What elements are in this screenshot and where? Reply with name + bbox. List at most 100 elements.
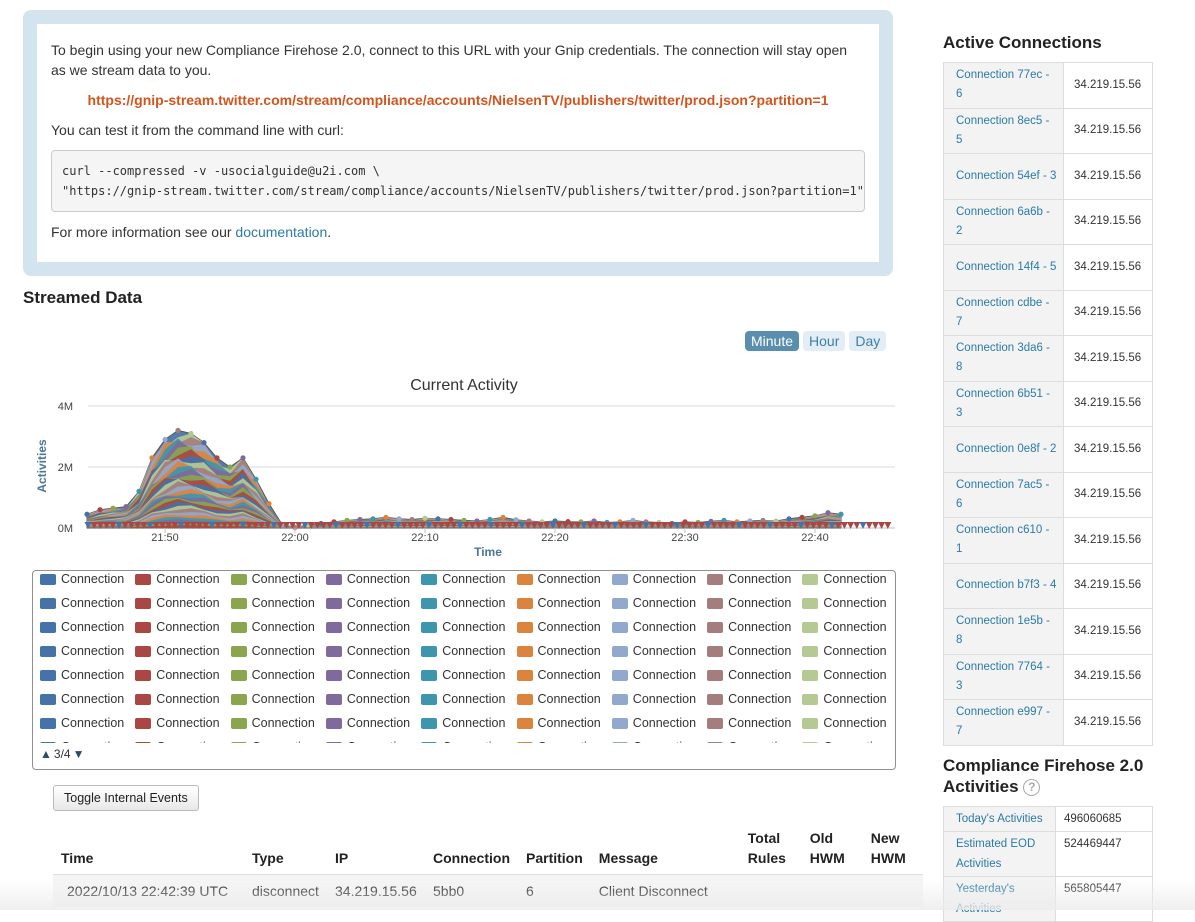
connection-link[interactable]: Connection c610 - 1 [956, 524, 1049, 555]
legend-item[interactable]: Connection [40, 642, 124, 660]
legend-item[interactable]: Connection [802, 738, 887, 743]
legend-item[interactable]: Connection [230, 642, 315, 660]
connection-link[interactable]: Connection cdbe - 7 [956, 297, 1049, 328]
legend-item[interactable]: Connection [707, 618, 791, 636]
data-point[interactable] [396, 516, 402, 522]
legend-item[interactable]: Connection [611, 690, 696, 708]
legend-item[interactable]: Connection [421, 666, 505, 684]
legend-item[interactable]: Connection [230, 690, 315, 708]
data-point[interactable] [201, 440, 207, 446]
legend-item[interactable]: Connection [611, 666, 696, 684]
legend-item[interactable]: Connection [802, 690, 887, 708]
data-point[interactable] [838, 511, 844, 517]
legend-item[interactable]: Connection [516, 618, 601, 636]
legend-item[interactable]: Connection [40, 666, 124, 684]
connection-link[interactable]: Connection b7f3 - 4 [956, 579, 1056, 591]
legend-item[interactable]: Connection [802, 618, 887, 636]
legend-prev-page-icon[interactable]: ▲ [40, 747, 52, 761]
data-point[interactable] [175, 427, 181, 433]
legend-item[interactable]: Connection [325, 666, 410, 684]
connection-link[interactable]: Connection 0e8f - 2 [956, 443, 1056, 455]
legend-item[interactable]: Connection [135, 738, 220, 743]
legend-item[interactable]: Connection [802, 666, 887, 684]
data-point[interactable] [240, 455, 246, 461]
data-point[interactable] [487, 516, 493, 523]
legend-item[interactable]: Connection [40, 714, 124, 732]
connection-link[interactable]: Connection 3da6 - 8 [956, 342, 1050, 373]
legend-item[interactable]: Connection [516, 738, 601, 743]
data-point[interactable] [123, 504, 129, 510]
legend-item[interactable]: Connection [40, 594, 124, 612]
data-point[interactable] [786, 516, 792, 522]
legend-item[interactable]: Connection [135, 571, 220, 588]
legend-item[interactable]: Connection [40, 571, 124, 588]
data-point[interactable] [799, 514, 805, 520]
activity-link[interactable]: Yesterday's Activities [956, 883, 1015, 915]
legend-item[interactable]: Connection [707, 642, 791, 660]
data-point[interactable] [110, 505, 116, 511]
legend-item[interactable]: Connection [230, 738, 315, 743]
connection-link[interactable]: Connection 14f4 - 5 [956, 261, 1056, 273]
legend-item[interactable]: Connection [611, 618, 696, 636]
data-point[interactable] [435, 516, 441, 522]
legend-item[interactable]: Connection [611, 714, 696, 732]
legend-item[interactable]: Connection [516, 594, 601, 612]
data-point[interactable] [136, 488, 142, 494]
legend-item[interactable]: Connection [230, 594, 315, 612]
legend-item[interactable]: Connection [516, 666, 601, 684]
data-point[interactable] [97, 507, 103, 513]
data-point[interactable] [409, 516, 415, 523]
legend-item[interactable]: Connection [325, 738, 410, 743]
data-point[interactable] [253, 476, 259, 482]
range-minute-button[interactable]: Minute [745, 331, 800, 351]
legend-item[interactable]: Connection [230, 714, 315, 732]
activity-link[interactable]: Today's Activities [956, 813, 1043, 825]
connection-link[interactable]: Connection 1e5b - 8 [956, 615, 1050, 646]
data-point[interactable] [162, 436, 168, 443]
connection-link[interactable]: Connection 6a6b - 2 [956, 206, 1050, 237]
legend-item[interactable]: Connection [516, 571, 601, 588]
data-point[interactable] [370, 516, 376, 522]
data-point[interactable] [812, 513, 818, 519]
legend-item[interactable]: Connection [516, 642, 601, 660]
legend-item[interactable]: Connection [135, 666, 220, 684]
connection-link[interactable]: Connection 54ef - 3 [956, 170, 1056, 182]
legend-item[interactable]: Connection [421, 690, 505, 708]
legend-item[interactable]: Connection [421, 642, 505, 660]
data-point[interactable] [383, 514, 389, 520]
legend-item[interactable]: Connection [707, 714, 791, 732]
legend-item[interactable]: Connection [421, 594, 505, 612]
legend-item[interactable]: Connection [802, 571, 887, 588]
legend-item[interactable]: Connection [707, 738, 791, 743]
legend-item[interactable]: Connection [611, 571, 696, 588]
data-point[interactable] [357, 516, 363, 523]
legend-item[interactable]: Connection [611, 594, 696, 612]
legend-item[interactable]: Connection [40, 738, 124, 743]
data-point[interactable] [188, 430, 194, 437]
legend-next-page-icon[interactable]: ▼ [73, 747, 85, 761]
legend-item[interactable]: Connection [707, 666, 791, 684]
legend-item[interactable]: Connection [421, 738, 505, 743]
help-icon[interactable]: ? [1023, 779, 1041, 796]
connection-link[interactable]: Connection 8ec5 - 5 [956, 115, 1049, 146]
legend-item[interactable]: Connection [421, 714, 505, 732]
legend-item[interactable]: Connection [325, 690, 410, 708]
range-hour-button[interactable]: Hour [803, 331, 846, 351]
legend-item[interactable]: Connection [707, 690, 791, 708]
legend-item[interactable]: Connection [325, 642, 410, 660]
toggle-internal-events-button[interactable]: Toggle Internal Events [53, 785, 199, 811]
legend-item[interactable]: Connection [516, 714, 601, 732]
legend-item[interactable]: Connection [135, 642, 220, 660]
legend-item[interactable]: Connection [325, 571, 410, 588]
connection-link[interactable]: Connection 7764 - 3 [956, 661, 1050, 692]
documentation-link[interactable]: documentation [235, 224, 327, 240]
data-point[interactable] [227, 464, 233, 470]
legend-item[interactable]: Connection [230, 666, 315, 684]
legend-item[interactable]: Connection [707, 571, 791, 588]
activity-link[interactable]: Estimated EOD Activities [956, 838, 1035, 870]
legend-item[interactable]: Connection [516, 690, 601, 708]
legend-item[interactable]: Connection [802, 594, 887, 612]
range-day-button[interactable]: Day [849, 331, 887, 351]
legend-item[interactable]: Connection [325, 714, 410, 732]
legend-item[interactable]: Connection [40, 618, 124, 636]
